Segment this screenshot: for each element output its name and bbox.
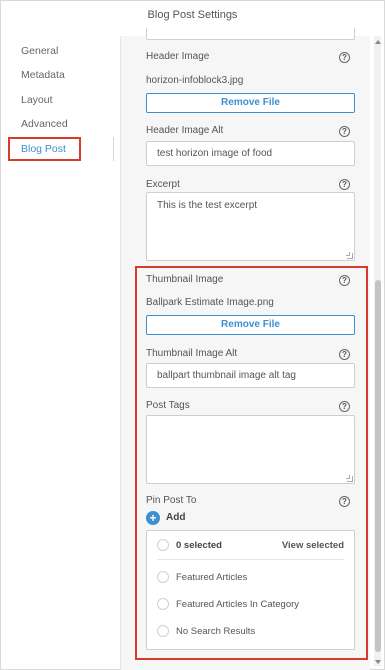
page-title: Blog Post Settings (147, 9, 238, 21)
header-image-alt-label: Header Image Alt (146, 125, 224, 136)
excerpt-help-icon[interactable]: ? (339, 179, 350, 190)
excerpt-text: This is the test excerpt (157, 200, 258, 211)
thumbnail-section-highlight (135, 266, 368, 660)
header-image-filename: horizon-infoblock3.jpg (146, 75, 244, 86)
sidebar-item-layout[interactable]: Layout (21, 94, 53, 106)
scroll-up-icon[interactable] (375, 40, 381, 44)
header-image-help-icon[interactable]: ? (339, 52, 350, 63)
resize-grip-icon[interactable] (346, 252, 353, 259)
header-image-label: Header Image (146, 51, 210, 62)
active-item-highlight (8, 137, 81, 161)
excerpt-textarea[interactable]: This is the test excerpt (146, 192, 355, 261)
header-image-alt-help-icon[interactable]: ? (339, 126, 350, 137)
sidebar-item-metadata[interactable]: Metadata (21, 69, 65, 81)
scroll-down-icon[interactable] (375, 660, 381, 664)
partial-input-above (146, 28, 355, 40)
active-item-indicator (113, 137, 114, 161)
excerpt-label: Excerpt (146, 179, 180, 190)
scrollbar-thumb[interactable] (375, 280, 381, 652)
sidebar-item-advanced[interactable]: Advanced (21, 118, 68, 130)
sidebar-item-general[interactable]: General (21, 45, 58, 57)
header-image-remove-button[interactable]: Remove File (146, 93, 355, 113)
header-image-alt-input[interactable]: test horizon image of food (146, 141, 355, 166)
